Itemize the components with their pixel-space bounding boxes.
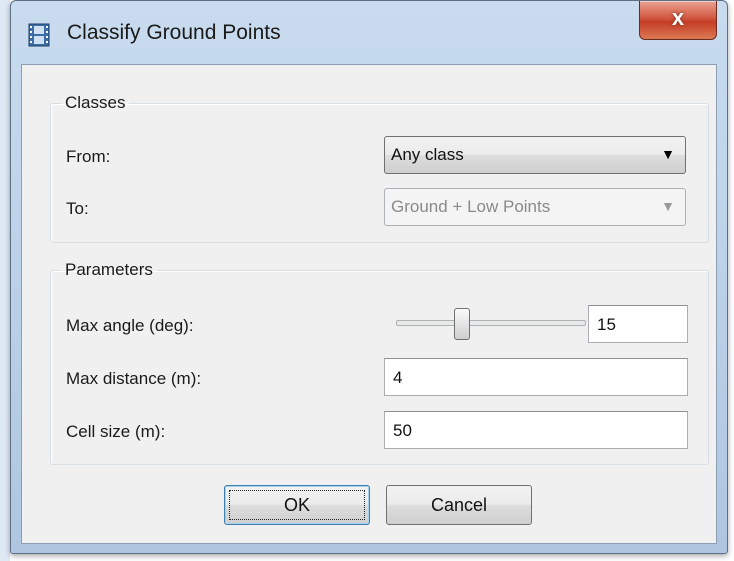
max-angle-slider-handle[interactable]: [454, 308, 470, 340]
from-label: From:: [66, 147, 111, 166]
close-button[interactable]: x: [639, 1, 717, 40]
to-select[interactable]: Ground + Low Points ▼: [384, 188, 686, 226]
parameters-group-legend: Parameters: [65, 260, 153, 279]
max-distance-label: Max distance (m):: [66, 369, 202, 388]
cancel-button[interactable]: Cancel: [386, 485, 532, 525]
film-strip-icon: [28, 23, 50, 47]
to-select-value: Ground + Low Points: [391, 197, 551, 216]
ok-button[interactable]: OK: [224, 485, 370, 525]
max-angle-label: Max angle (deg):: [66, 316, 194, 335]
from-select[interactable]: Any class ▼: [384, 136, 686, 174]
dropdown-arrow-icon: ▼: [661, 198, 675, 214]
close-icon: x: [671, 5, 685, 30]
max-angle-slider-track[interactable]: [396, 320, 586, 326]
max-angle-input[interactable]: 15: [588, 305, 688, 343]
dialog-title: Classify Ground Points: [67, 21, 281, 44]
dialog-client-area: Classes From: Any class ▼ To: Ground + L…: [21, 64, 717, 544]
max-distance-input[interactable]: 4: [384, 358, 688, 396]
cancel-button-label: Cancel: [430, 495, 488, 515]
from-select-value: Any class: [391, 145, 464, 164]
to-label: To:: [66, 199, 89, 218]
cell-size-input[interactable]: 50: [384, 411, 688, 449]
cell-size-label: Cell size (m):: [66, 422, 166, 441]
background-strip: [0, 0, 10, 561]
dialog-window: Classify Ground Points x Classes From: A…: [10, 0, 728, 554]
classes-group-legend: Classes: [65, 93, 126, 112]
title-bar[interactable]: Classify Ground Points x: [11, 1, 727, 65]
dropdown-arrow-icon: ▼: [661, 146, 675, 162]
